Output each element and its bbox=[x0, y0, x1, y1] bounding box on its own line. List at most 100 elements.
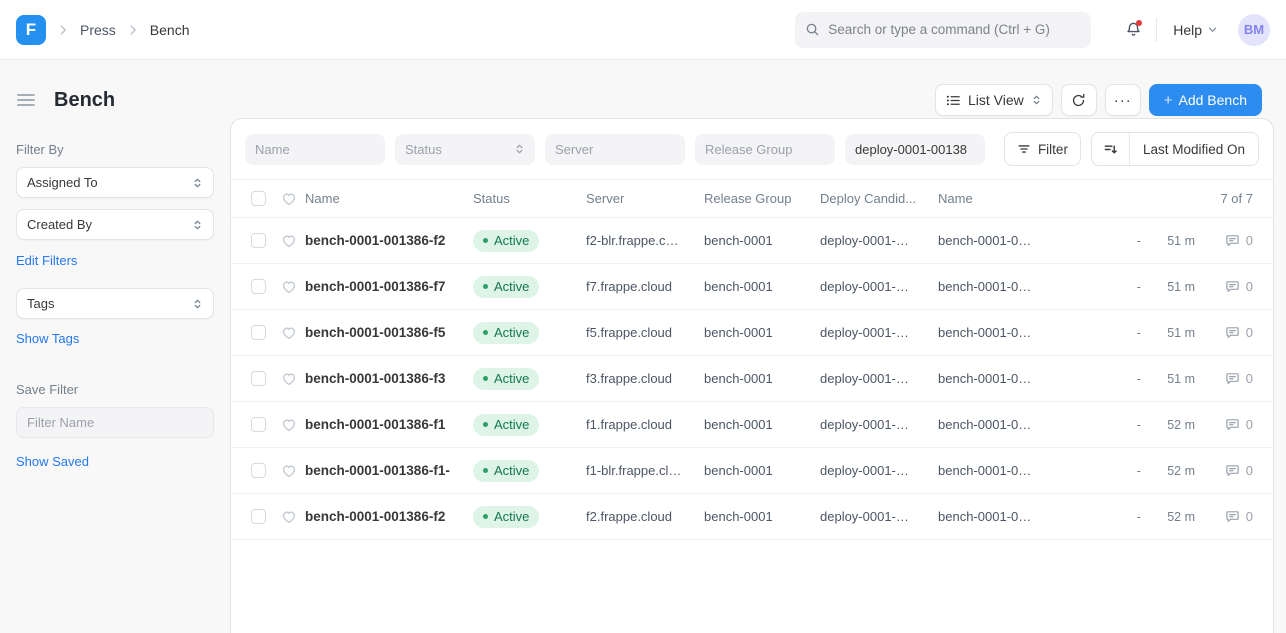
row-checkbox[interactable] bbox=[251, 371, 266, 386]
row-checkbox[interactable] bbox=[251, 233, 266, 248]
release-group-cell: bench-0001 bbox=[704, 279, 820, 294]
last-modified-cell: 51 m bbox=[1141, 326, 1195, 340]
last-modified-cell: 52 m bbox=[1141, 510, 1195, 524]
status-dot-icon bbox=[483, 376, 488, 381]
assigned-to-select[interactable]: Assigned To bbox=[16, 167, 214, 198]
favorite-heart-icon[interactable] bbox=[281, 233, 297, 249]
filter-button-label: Filter bbox=[1038, 142, 1068, 157]
status-label: Active bbox=[494, 233, 529, 248]
view-switcher-button[interactable]: List View bbox=[935, 84, 1053, 116]
comment-icon bbox=[1225, 371, 1240, 386]
favorite-heart-icon[interactable] bbox=[281, 279, 297, 295]
global-search[interactable] bbox=[795, 12, 1091, 48]
filter-funnel-icon bbox=[1017, 142, 1031, 156]
name2-cell: bench-0001-0… bbox=[938, 509, 1101, 524]
refresh-button[interactable] bbox=[1061, 84, 1097, 116]
status-dot-icon bbox=[483, 468, 488, 473]
status-filter-placeholder: Status bbox=[405, 142, 442, 157]
help-menu[interactable]: Help bbox=[1173, 22, 1218, 38]
frappe-logo[interactable]: F bbox=[16, 15, 46, 45]
status-badge: Active bbox=[473, 414, 539, 436]
row-checkbox[interactable] bbox=[251, 325, 266, 340]
user-avatar[interactable]: BM bbox=[1238, 14, 1270, 46]
row-checkbox[interactable] bbox=[251, 463, 266, 478]
bench-name: bench-0001-001386-f3 bbox=[305, 371, 473, 386]
comment-icon bbox=[1225, 233, 1240, 248]
chevron-updown-icon bbox=[192, 177, 203, 189]
name2-cell: bench-0001-0… bbox=[938, 417, 1101, 432]
search-icon bbox=[805, 22, 820, 37]
status-dot-icon bbox=[483, 330, 488, 335]
chevron-right-icon bbox=[126, 23, 140, 37]
empty-value-cell: - bbox=[1101, 463, 1141, 478]
row-checkbox[interactable] bbox=[251, 417, 266, 432]
tags-select[interactable]: Tags bbox=[16, 288, 214, 319]
chevron-updown-icon bbox=[514, 143, 525, 155]
add-bench-button[interactable]: + Add Bench bbox=[1149, 84, 1262, 116]
column-header-deploy-candidate: Deploy Candid... bbox=[820, 191, 938, 206]
favorite-heart-icon[interactable] bbox=[281, 417, 297, 433]
status-badge: Active bbox=[473, 322, 539, 344]
release-group-filter-input[interactable]: Release Group bbox=[695, 134, 835, 165]
edit-filters-link[interactable]: Edit Filters bbox=[16, 253, 77, 268]
deploy-candidate-filter-input[interactable]: deploy-0001-00138 bbox=[845, 134, 985, 165]
release-group-cell: bench-0001 bbox=[704, 233, 820, 248]
filter-sidebar: Filter By Assigned To Created By Edit Fi… bbox=[0, 118, 230, 633]
server-cell: f3.frappe.cloud bbox=[586, 371, 704, 386]
table-row[interactable]: bench-0001-001386-f7 Active f7.frappe.cl… bbox=[231, 264, 1273, 310]
column-header-status: Status bbox=[473, 191, 586, 206]
sidebar-toggle-icon[interactable] bbox=[16, 92, 36, 108]
favorite-heart-icon[interactable] bbox=[281, 463, 297, 479]
list-filter-bar: Name Status Server Release Group deploy-… bbox=[231, 119, 1273, 180]
comment-icon bbox=[1225, 463, 1240, 478]
more-options-button[interactable]: ··· bbox=[1105, 84, 1141, 116]
name-filter-input[interactable]: Name bbox=[245, 134, 385, 165]
favorite-heart-icon[interactable] bbox=[281, 371, 297, 387]
sort-direction-button[interactable] bbox=[1092, 133, 1130, 165]
server-filter-input[interactable]: Server bbox=[545, 134, 685, 165]
server-cell: f1-blr.frappe.cl… bbox=[586, 463, 704, 478]
status-filter-select[interactable]: Status bbox=[395, 134, 535, 165]
search-input[interactable] bbox=[828, 22, 1081, 37]
status-dot-icon bbox=[483, 238, 488, 243]
filter-button[interactable]: Filter bbox=[1004, 132, 1081, 166]
comment-count: 0 bbox=[1246, 233, 1253, 248]
favorite-heart-icon[interactable] bbox=[281, 325, 297, 341]
notifications-button[interactable] bbox=[1125, 21, 1142, 38]
refresh-icon bbox=[1071, 93, 1086, 108]
table-row[interactable]: bench-0001-001386-f2 Active f2.frappe.cl… bbox=[231, 494, 1273, 540]
table-row[interactable]: bench-0001-001386-f1 Active f1.frappe.cl… bbox=[231, 402, 1273, 448]
created-by-select[interactable]: Created By bbox=[16, 209, 214, 240]
show-tags-link[interactable]: Show Tags bbox=[16, 331, 79, 346]
filter-name-input[interactable] bbox=[16, 407, 214, 438]
sort-control: Last Modified On bbox=[1091, 132, 1259, 166]
breadcrumb-press[interactable]: Press bbox=[80, 22, 116, 38]
table-row[interactable]: bench-0001-001386-f5 Active f5.frappe.cl… bbox=[231, 310, 1273, 356]
table-row[interactable]: bench-0001-001386-f1- Active f1-blr.frap… bbox=[231, 448, 1273, 494]
name2-cell: bench-0001-0… bbox=[938, 233, 1101, 248]
sort-descending-icon bbox=[1103, 142, 1118, 157]
show-saved-link[interactable]: Show Saved bbox=[16, 454, 89, 469]
deploy-candidate-cell: deploy-0001-… bbox=[820, 417, 938, 432]
deploy-candidate-cell: deploy-0001-… bbox=[820, 279, 938, 294]
plus-icon: + bbox=[1164, 92, 1173, 109]
table-row[interactable]: bench-0001-001386-f3 Active f3.frappe.cl… bbox=[231, 356, 1273, 402]
table-row[interactable]: bench-0001-001386-f2 Active f2-blr.frapp… bbox=[231, 218, 1273, 264]
server-cell: f5.frappe.cloud bbox=[586, 325, 704, 340]
view-switcher-label: List View bbox=[968, 92, 1024, 108]
comment-count: 0 bbox=[1246, 417, 1253, 432]
comment-count: 0 bbox=[1246, 509, 1253, 524]
row-checkbox[interactable] bbox=[251, 279, 266, 294]
row-count: 7 of 7 bbox=[1096, 191, 1254, 206]
empty-value-cell: - bbox=[1101, 279, 1141, 294]
select-all-checkbox[interactable] bbox=[251, 191, 266, 206]
sort-field-button[interactable]: Last Modified On bbox=[1130, 133, 1258, 165]
status-label: Active bbox=[494, 417, 529, 432]
empty-value-cell: - bbox=[1101, 417, 1141, 432]
breadcrumb-bench[interactable]: Bench bbox=[150, 22, 190, 38]
help-label: Help bbox=[1173, 22, 1202, 38]
status-badge: Active bbox=[473, 506, 539, 528]
row-checkbox[interactable] bbox=[251, 509, 266, 524]
comment-count: 0 bbox=[1246, 463, 1253, 478]
favorite-heart-icon[interactable] bbox=[281, 509, 297, 525]
